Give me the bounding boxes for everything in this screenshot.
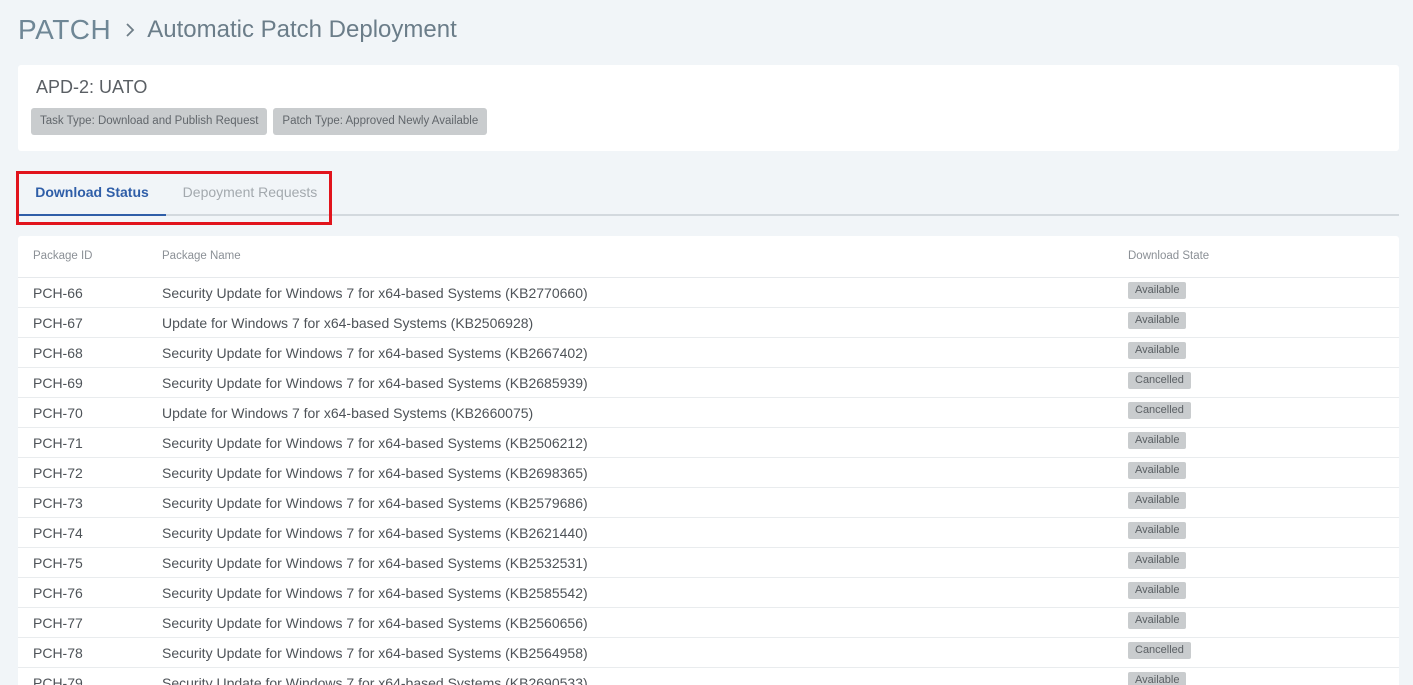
download-state-badge: Cancelled xyxy=(1128,372,1191,389)
table-row[interactable]: PCH-76 Security Update for Windows 7 for … xyxy=(18,578,1399,608)
table-row[interactable]: PCH-67 Update for Windows 7 for x64-based… xyxy=(18,308,1399,338)
package-name: Security Update for Windows 7 for x64-ba… xyxy=(162,645,588,661)
table-row[interactable]: PCH-74 Security Update for Windows 7 for … xyxy=(18,518,1399,548)
package-id: PCH-76 xyxy=(33,585,83,601)
download-state-badge: Cancelled xyxy=(1128,642,1191,659)
tab-deployment-requests[interactable]: Depoyment Requests xyxy=(166,172,334,216)
package-id: PCH-71 xyxy=(33,435,83,451)
column-header-package-name[interactable]: Package Name xyxy=(162,250,241,262)
package-name: Update for Windows 7 for x64-based Syste… xyxy=(162,405,534,421)
package-id: PCH-69 xyxy=(33,375,83,391)
package-name: Security Update for Windows 7 for x64-ba… xyxy=(162,465,588,481)
chevron-right-icon xyxy=(125,22,135,38)
download-state-badge: Cancelled xyxy=(1128,402,1191,419)
package-name: Security Update for Windows 7 for x64-ba… xyxy=(162,615,588,631)
table-row[interactable]: PCH-66 Security Update for Windows 7 for … xyxy=(18,278,1399,308)
download-state-badge: Available xyxy=(1128,432,1187,449)
task-tags: Task Type: Download and Publish Request … xyxy=(31,108,488,135)
tab-download-status[interactable]: Download Status xyxy=(18,172,166,216)
tabs-bar: Download Status Depoyment Requests xyxy=(18,172,1399,216)
package-id: PCH-67 xyxy=(33,315,83,331)
package-name: Security Update for Windows 7 for x64-ba… xyxy=(162,435,588,451)
download-state-badge: Available xyxy=(1128,282,1187,299)
patch-type-tag: Patch Type: Approved Newly Available xyxy=(273,108,488,135)
package-name: Security Update for Windows 7 for x64-ba… xyxy=(162,375,588,391)
download-state-badge: Available xyxy=(1128,552,1187,569)
download-state-badge: Available xyxy=(1128,492,1187,509)
package-id: PCH-78 xyxy=(33,645,83,661)
table-row[interactable]: PCH-69 Security Update for Windows 7 for … xyxy=(18,368,1399,398)
summary-card: APD-2: UATO Task Type: Download and Publ… xyxy=(18,65,1399,151)
page-title: Automatic Patch Deployment xyxy=(147,16,457,43)
package-id: PCH-79 xyxy=(33,675,83,685)
download-state-badge: Available xyxy=(1128,672,1187,685)
table-row[interactable]: PCH-77 Security Update for Windows 7 for … xyxy=(18,608,1399,638)
table-body: PCH-66 Security Update for Windows 7 for … xyxy=(18,278,1399,685)
table-row[interactable]: PCH-78 Security Update for Windows 7 for … xyxy=(18,638,1399,668)
download-state-badge: Available xyxy=(1128,312,1187,329)
package-name: Security Update for Windows 7 for x64-ba… xyxy=(162,675,588,685)
page: PATCH Automatic Patch Deployment APD-2: … xyxy=(0,0,1413,685)
package-id: PCH-77 xyxy=(33,615,83,631)
table-row[interactable]: PCH-68 Security Update for Windows 7 for … xyxy=(18,338,1399,368)
column-header-package-id[interactable]: Package ID xyxy=(33,250,92,262)
table-row[interactable]: PCH-71 Security Update for Windows 7 for … xyxy=(18,428,1399,458)
table-header: Package ID Package Name Download State xyxy=(18,236,1399,278)
download-state-badge: Available xyxy=(1128,612,1187,629)
task-title: APD-2: UATO xyxy=(36,77,148,97)
package-name: Security Update for Windows 7 for x64-ba… xyxy=(162,495,588,511)
package-name: Security Update for Windows 7 for x64-ba… xyxy=(162,555,588,571)
package-id: PCH-72 xyxy=(33,465,83,481)
package-id: PCH-70 xyxy=(33,405,83,421)
package-name: Security Update for Windows 7 for x64-ba… xyxy=(162,585,588,601)
table-row[interactable]: PCH-73 Security Update for Windows 7 for … xyxy=(18,488,1399,518)
package-id: PCH-73 xyxy=(33,495,83,511)
breadcrumb: PATCH Automatic Patch Deployment xyxy=(18,12,457,48)
package-id: PCH-68 xyxy=(33,345,83,361)
package-id: PCH-75 xyxy=(33,555,83,571)
table-row[interactable]: PCH-70 Update for Windows 7 for x64-based… xyxy=(18,398,1399,428)
package-name: Security Update for Windows 7 for x64-ba… xyxy=(162,345,588,361)
package-name: Update for Windows 7 for x64-based Syste… xyxy=(162,315,534,331)
package-name: Security Update for Windows 7 for x64-ba… xyxy=(162,285,588,301)
package-id: PCH-66 xyxy=(33,285,83,301)
breadcrumb-root[interactable]: PATCH xyxy=(18,14,111,46)
table-row[interactable]: PCH-72 Security Update for Windows 7 for … xyxy=(18,458,1399,488)
table-row[interactable]: PCH-79 Security Update for Windows 7 for … xyxy=(18,668,1399,685)
download-state-badge: Available xyxy=(1128,342,1187,359)
download-state-badge: Available xyxy=(1128,522,1187,539)
task-type-tag: Task Type: Download and Publish Request xyxy=(31,108,268,135)
package-id: PCH-74 xyxy=(33,525,83,541)
package-name: Security Update for Windows 7 for x64-ba… xyxy=(162,525,588,541)
table-row[interactable]: PCH-75 Security Update for Windows 7 for … xyxy=(18,548,1399,578)
column-header-download-state[interactable]: Download State xyxy=(1128,250,1209,262)
download-state-badge: Available xyxy=(1128,462,1187,479)
download-status-table: Package ID Package Name Download State P… xyxy=(18,236,1399,685)
download-state-badge: Available xyxy=(1128,582,1187,599)
